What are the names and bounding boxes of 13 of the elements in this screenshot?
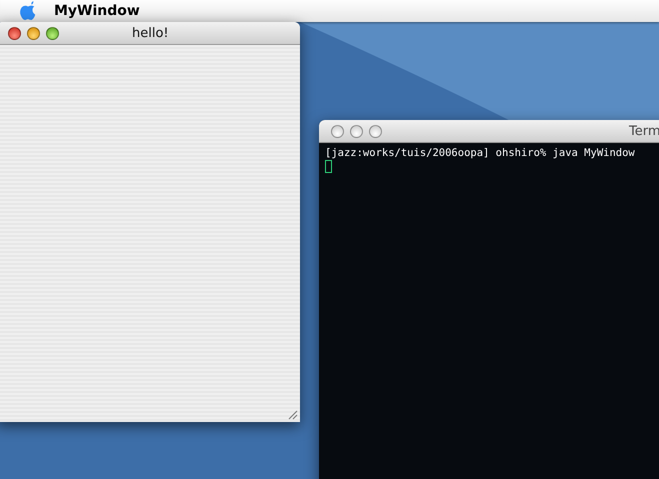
window-title: hello! (132, 26, 169, 40)
zoom-button[interactable] (369, 124, 382, 138)
minimize-button[interactable] (27, 26, 40, 40)
app-name[interactable]: MyWindow (54, 3, 140, 19)
zoom-button[interactable] (46, 26, 59, 40)
window-title: Term (629, 124, 659, 138)
close-button[interactable] (331, 124, 344, 138)
terminal-line: [jazz:works/tuis/2006oopa] ohshiro% java MyWindow (325, 147, 636, 159)
resize-grip-icon[interactable] (286, 408, 298, 420)
minimize-button[interactable] (350, 124, 363, 138)
text-cursor (325, 160, 332, 173)
apple-logo-icon[interactable] (19, 1, 37, 21)
close-button[interactable] (8, 26, 21, 40)
